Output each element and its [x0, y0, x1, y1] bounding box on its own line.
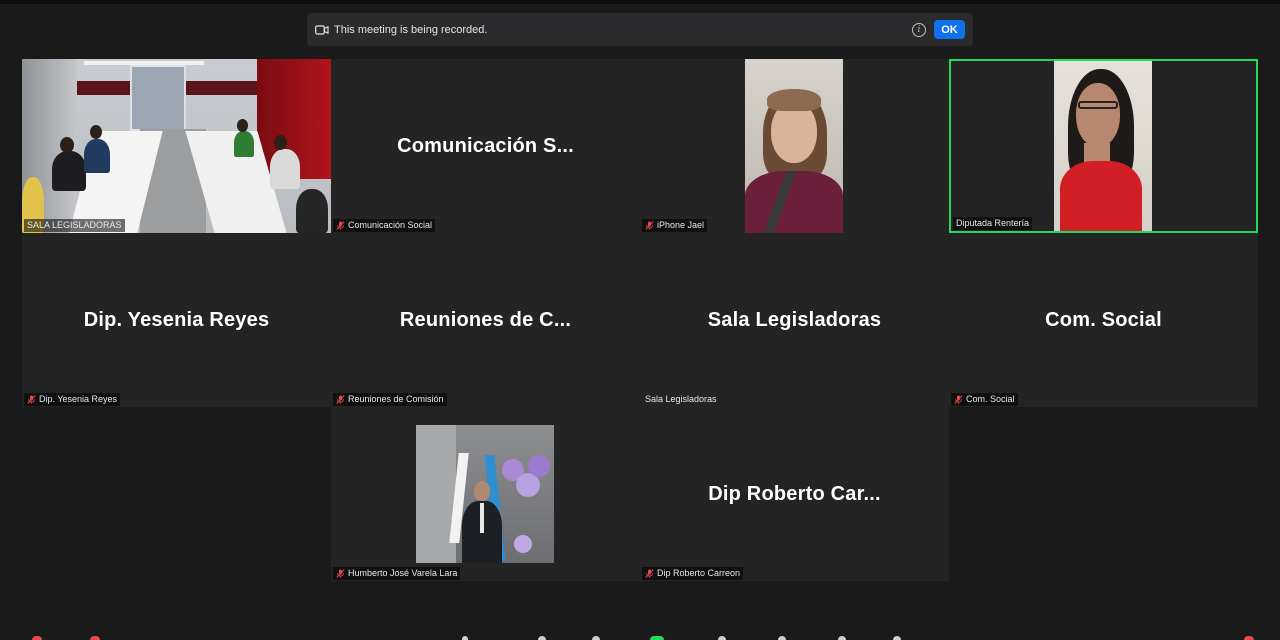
- participant-tile[interactable]: iPhone Jael: [640, 59, 949, 233]
- participant-name-label: Dip. Yesenia Reyes: [24, 393, 121, 406]
- participant-name: Reuniones de Comisión: [348, 394, 444, 404]
- participant-name-label: Reuniones de Comisión: [333, 393, 447, 406]
- participant-display-name: Dip. Yesenia Reyes: [83, 309, 270, 331]
- participant-name: Dip Roberto Carreon: [657, 568, 741, 578]
- participant-video: [1054, 61, 1152, 231]
- mic-off-icon: [645, 220, 654, 230]
- participant-name-label: iPhone Jael: [642, 219, 708, 232]
- participant-name-label: Dip Roberto Carreon: [642, 567, 744, 580]
- info-icon[interactable]: i: [912, 22, 926, 37]
- participant-tile[interactable]: SALA LEGISLADORAS: [22, 59, 331, 233]
- participant-name: Com. Social: [966, 394, 1015, 404]
- participant-name: Diputada Rentería: [956, 218, 1030, 228]
- participant-tile-active-speaker[interactable]: Diputada Rentería: [949, 59, 1258, 233]
- participant-name-label: Com. Social: [951, 393, 1018, 406]
- participant-tile[interactable]: Dip. Yesenia Reyes Dip. Yesenia Reyes: [22, 233, 331, 407]
- participant-name: iPhone Jael: [657, 220, 705, 230]
- participant-tile[interactable]: Humberto José Varela Lara: [331, 407, 640, 581]
- participant-name-label: SALA LEGISLADORAS: [24, 219, 125, 232]
- participant-name-label: Humberto José Varela Lara: [333, 567, 461, 580]
- participant-name: Sala Legisladoras: [645, 394, 717, 404]
- participant-video: [22, 59, 331, 233]
- participant-video: [745, 59, 843, 233]
- participant-tile[interactable]: Sala Legisladoras Sala Legisladoras: [640, 233, 949, 407]
- participant-tile[interactable]: Dip Roberto Car... Dip Roberto Carreon: [640, 407, 949, 581]
- mic-off-icon: [645, 568, 654, 578]
- recording-banner: This meeting is being recorded. i OK: [307, 13, 973, 46]
- participant-display-name: Reuniones de C...: [399, 309, 572, 331]
- participant-name-label: Comunicación Social: [333, 219, 436, 232]
- meeting-toolbar-edge: [0, 630, 1280, 640]
- mic-off-icon: [954, 394, 963, 404]
- participant-name: Humberto José Varela Lara: [348, 568, 458, 578]
- ok-button[interactable]: OK: [934, 20, 965, 39]
- participant-name: SALA LEGISLADORAS: [27, 220, 122, 230]
- participant-tile[interactable]: Reuniones de C... Reuniones de Comisión: [331, 233, 640, 407]
- window-top-strip: [0, 0, 1280, 4]
- participant-display-name: Dip Roberto Car...: [708, 483, 881, 505]
- mic-off-icon: [336, 568, 345, 578]
- participant-name-label: Diputada Rentería: [953, 217, 1033, 230]
- participant-name: Dip. Yesenia Reyes: [39, 394, 118, 404]
- participant-name-label: Sala Legisladoras: [642, 393, 720, 406]
- participant-name: Comunicación Social: [348, 220, 433, 230]
- participant-video: [416, 425, 554, 563]
- participant-tile[interactable]: Com. Social Com. Social: [949, 233, 1258, 407]
- mic-off-icon: [336, 394, 345, 404]
- participant-display-name: Com. Social: [1045, 309, 1162, 331]
- mic-off-icon: [27, 394, 36, 404]
- mic-off-icon: [336, 220, 345, 230]
- participant-display-name: Comunicación S...: [397, 135, 574, 157]
- participant-display-name: Sala Legisladoras: [707, 309, 882, 331]
- recording-message: This meeting is being recorded.: [334, 23, 488, 36]
- recording-icon: [315, 24, 329, 35]
- participant-tile[interactable]: Comunicación S... Comunicación Social: [331, 59, 640, 233]
